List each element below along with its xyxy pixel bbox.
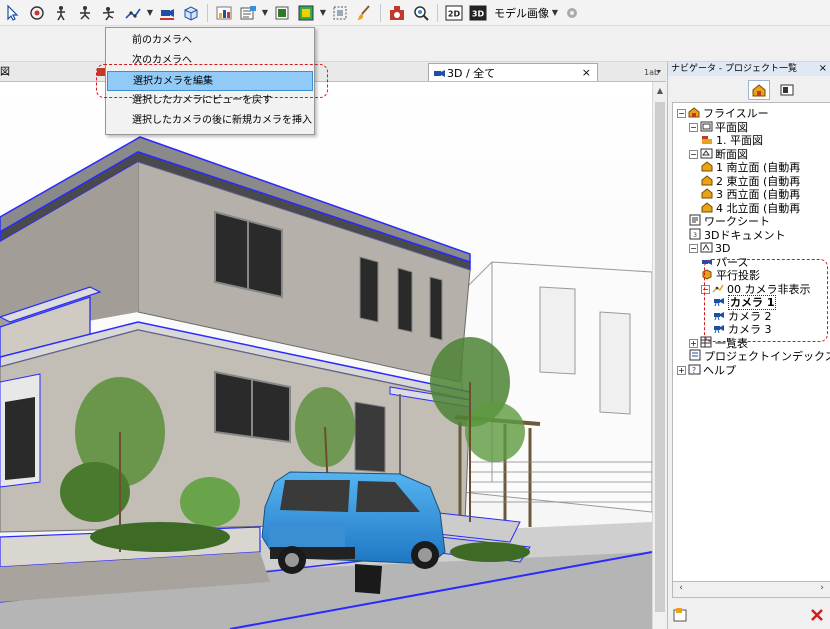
camera-icon [434, 69, 445, 77]
help-icon: ? [688, 363, 703, 378]
camera-fly-icon[interactable] [98, 2, 120, 24]
close-icon[interactable]: × [582, 66, 591, 79]
tree-item-label: 断面図 [715, 147, 748, 161]
tree-item-label: フライスルー [703, 107, 769, 120]
tree-item-label: 1 南立面 (自動再 [716, 161, 801, 174]
camera-path-icon[interactable] [122, 2, 144, 24]
camera-pan-icon[interactable] [74, 2, 96, 24]
delete-icon[interactable] [808, 606, 826, 624]
toolbar-divider [207, 3, 208, 22]
tree-item-label: 2 東立面 (自動再 [716, 174, 801, 188]
tree-expander-icon[interactable]: + [677, 365, 686, 375]
tree-item-label: プロジェクトインデックス [704, 350, 830, 363]
project-map-tab[interactable] [748, 80, 770, 100]
main-toolbar: ▼ ▼ ▼ 2D 3D モデル画像 ▼ [0, 0, 830, 26]
tree-item[interactable]: 3 西立面 (自動再 [701, 188, 800, 201]
tree-item-label: 1. 平面図 [716, 134, 763, 147]
tree-expander-icon[interactable]: − [689, 149, 698, 159]
tree-item[interactable]: 1. 平面図 [701, 134, 763, 147]
svg-text:?: ? [692, 366, 696, 375]
tree-item-label: 平面図 [715, 120, 748, 134]
tree-item-label: ワークシート [704, 215, 770, 228]
left-tab-fragment[interactable]: 図 [0, 63, 10, 81]
2d-label: 2D [448, 9, 461, 18]
viewport-vertical-scrollbar[interactable]: ▲ [652, 82, 666, 629]
select-box-icon[interactable] [329, 2, 351, 24]
tree-item[interactable]: +? ヘルプ [677, 364, 736, 377]
camera-walk-icon[interactable] [50, 2, 72, 24]
tree-item[interactable]: 3 3Dドキュメント [689, 228, 786, 242]
toolbar-divider [437, 3, 438, 22]
annotation-highlight-cameras [704, 259, 828, 342]
tree-item[interactable]: 2 東立面 (自動再 [701, 175, 800, 188]
material-icon[interactable] [271, 2, 293, 24]
tree-item[interactable]: ワークシート [689, 214, 770, 228]
layout-options-icon[interactable]: 1ab [641, 63, 665, 81]
navigator-panel: ナビゲータ - プロジェクト一覧 × − フライスルー − 平面図 1. 平面図 − 断面図… [667, 62, 830, 629]
model-image-label[interactable]: モデル画像 [494, 5, 549, 21]
svg-text:3: 3 [693, 232, 697, 239]
navigator-title: ナビゲータ - プロジェクト一覧 × [668, 62, 830, 76]
3d-label: 3D [472, 9, 485, 18]
tree-item-label: 4 北立面 (自動再 [716, 201, 801, 215]
navigator-title-text: ナビゲータ - プロジェクト一覧 [671, 64, 797, 74]
fill-pattern-icon[interactable] [213, 2, 235, 24]
chevron-down-icon[interactable]: ▼ [551, 2, 559, 24]
tree-item[interactable]: 4 北立面 (自動再 [701, 202, 800, 215]
zoom-icon[interactable] [410, 2, 432, 24]
chevron-down-icon[interactable]: ▼ [261, 2, 269, 24]
3d-viewport[interactable] [0, 82, 652, 629]
camera-list-icon[interactable] [156, 2, 178, 24]
arrow-cursor-icon[interactable] [2, 2, 24, 24]
annotation-highlight-menu [96, 64, 328, 98]
chevron-down-icon[interactable]: ▼ [319, 2, 327, 24]
tree-item[interactable]: − 平面図 [689, 121, 748, 134]
tree-item[interactable]: 1 南立面 (自動再 [701, 161, 800, 174]
tree-item-label: ヘルプ [703, 363, 736, 377]
tree-item-label: 3Dドキュメント [704, 228, 786, 242]
tab-3d-all[interactable]: 3D / 全て × [428, 63, 598, 81]
tree-item[interactable]: プロジェクトインデックス [689, 349, 830, 363]
view-map-tab[interactable] [776, 80, 798, 100]
project-tree[interactable]: − フライスルー − 平面図 1. 平面図 − 断面図 1 南立面 (自動再 2 東立面 (自動… [672, 102, 830, 582]
tab-3d-label: 3D / 全て [447, 66, 496, 80]
brush-icon[interactable] [353, 2, 375, 24]
close-icon[interactable]: × [819, 62, 827, 76]
scroll-thumb[interactable] [655, 102, 665, 612]
3d-house-render [0, 82, 652, 629]
tree-item[interactable]: − 断面図 [689, 148, 748, 161]
object-view-icon[interactable] [180, 2, 202, 24]
tree-horizontal-scrollbar[interactable]: ‹ › [672, 582, 830, 598]
tree-item-label: 3 西立面 (自動再 [716, 188, 801, 201]
chevron-down-icon[interactable]: ▼ [146, 2, 154, 24]
menu-item[interactable]: 前のカメラへ [107, 31, 313, 51]
scroll-right-icon[interactable]: › [816, 583, 828, 593]
render-icon[interactable] [295, 2, 317, 24]
scroll-left-icon[interactable]: ‹ [675, 583, 687, 593]
tree-expander-icon[interactable]: + [689, 338, 698, 348]
3d-button[interactable]: 3D [467, 2, 489, 24]
render-icon[interactable] [386, 2, 408, 24]
2d-button[interactable]: 2D [443, 2, 465, 24]
tree-item[interactable]: − フライスルー [677, 107, 769, 120]
tree-item[interactable]: − 3D [689, 242, 730, 255]
svg-text:1ab: 1ab [644, 68, 659, 77]
tree-expander-icon[interactable]: − [677, 109, 686, 118]
toolbar-divider [380, 3, 381, 22]
navigator-settings-icon[interactable] [672, 606, 690, 624]
camera-orbit-icon[interactable] [26, 2, 48, 24]
tree-expander-icon[interactable]: − [689, 244, 698, 253]
tree-expander-icon[interactable]: − [689, 122, 698, 132]
layer-combination-icon[interactable] [237, 2, 259, 24]
scroll-up-icon[interactable]: ▲ [653, 84, 667, 98]
navigator-tabs [668, 78, 830, 100]
settings-gear-icon[interactable] [561, 2, 583, 24]
menu-item[interactable]: 選択したカメラの後に新規カメラを挿入 [107, 111, 313, 131]
app-window: ▼ ▼ ▼ 2D 3D モデル画像 ▼ 図 3D / 全て × 1ab ▲ ナビ… [0, 0, 830, 629]
tree-item-label: 3D [715, 242, 731, 255]
